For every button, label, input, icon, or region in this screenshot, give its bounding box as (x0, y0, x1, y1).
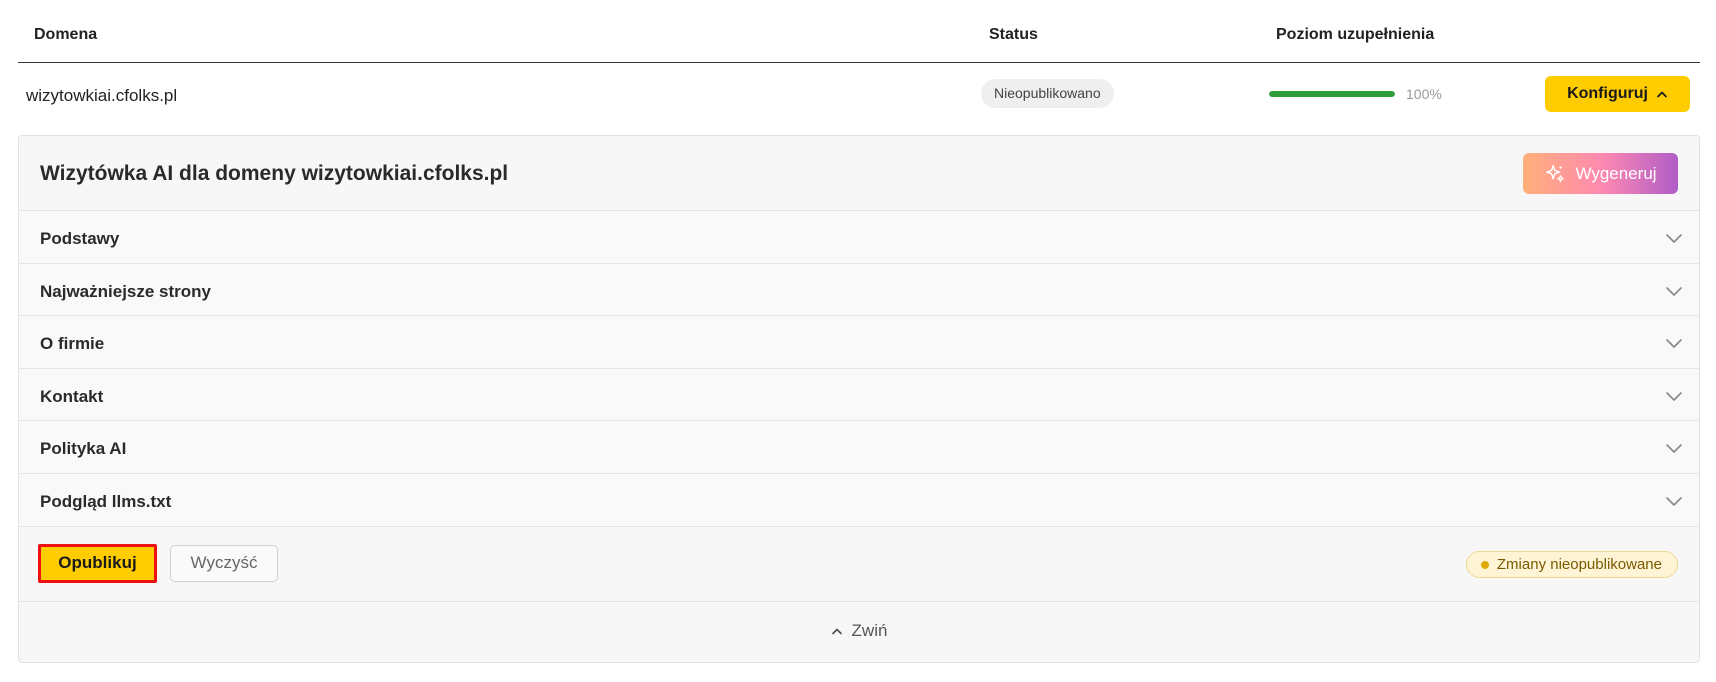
generate-button[interactable]: Wygeneruj (1523, 153, 1678, 194)
panel-title: Wizytówka AI dla domeny wizytowkiai.cfol… (40, 162, 509, 185)
chevron-down-icon (1666, 286, 1682, 296)
header-domain: Domena (34, 26, 98, 43)
domain-name: wizytowkiai.cfolks.pl (26, 86, 178, 105)
chevron-down-icon (1666, 391, 1682, 401)
domain-table: Domena Status Poziom uzupełnienia wizyto… (18, 0, 1700, 663)
table-header: Domena Status Poziom uzupełnienia (18, 0, 1700, 63)
progress-fill (1269, 91, 1395, 97)
chevron-down-icon (1666, 497, 1682, 506)
chevron-down-icon (1666, 234, 1682, 243)
chevron-up-icon (831, 628, 842, 634)
unpublished-changes-badge: Zmiany nieopublikowane (1465, 550, 1678, 578)
header-level: Poziom uzupełnienia (1276, 26, 1435, 43)
section-podstawy[interactable]: Podstawy (19, 211, 1699, 264)
section-kontakt[interactable]: Kontakt (19, 368, 1699, 422)
section-label: Kontakt (40, 386, 104, 406)
actions-bar: Opublikuj Wyczyść Zmiany nieopublikowane (19, 526, 1699, 602)
status-badge: Nieopublikowano (981, 79, 1114, 108)
section-label: Podgląd llms.txt (40, 491, 172, 511)
clear-button[interactable]: Wyczyść (170, 544, 278, 582)
section-label: O firmie (40, 334, 105, 354)
section-o-firmie[interactable]: O firmie (19, 316, 1699, 369)
chevron-up-icon (1657, 91, 1667, 98)
panel-header: Wizytówka AI dla domeny wizytowkiai.cfol… (19, 136, 1699, 211)
section-polityka-ai[interactable]: Polityka AI (19, 421, 1699, 474)
collapse-button[interactable]: Zwiń (19, 601, 1699, 660)
sparkle-icon (1546, 164, 1565, 182)
chevron-down-icon (1666, 339, 1682, 348)
collapse-label: Zwiń (851, 620, 888, 640)
generate-label: Wygeneruj (1575, 163, 1657, 183)
section-najwazniejsze-strony[interactable]: Najważniejsze strony (19, 263, 1699, 317)
section-label: Polityka AI (40, 439, 127, 459)
header-status: Status (989, 26, 1038, 43)
publish-button[interactable]: Opublikuj (38, 543, 157, 583)
progress-bar (1269, 91, 1395, 97)
configure-button[interactable]: Konfiguruj (1545, 76, 1690, 112)
configure-label: Konfiguruj (1567, 85, 1648, 102)
progress-label: 100% (1406, 86, 1442, 102)
section-label: Najważniejsze strony (40, 281, 212, 301)
section-podglad-llms[interactable]: Podgląd llms.txt (19, 473, 1699, 527)
config-panel: Wizytówka AI dla domeny wizytowkiai.cfol… (18, 135, 1700, 663)
chevron-down-icon (1666, 444, 1682, 454)
status-dot-icon (1480, 560, 1489, 569)
table-row: wizytowkiai.cfolks.pl Nieopublikowano 10… (18, 63, 1700, 133)
changes-label: Zmiany nieopublikowane (1496, 555, 1662, 573)
section-label: Podstawy (40, 229, 120, 248)
